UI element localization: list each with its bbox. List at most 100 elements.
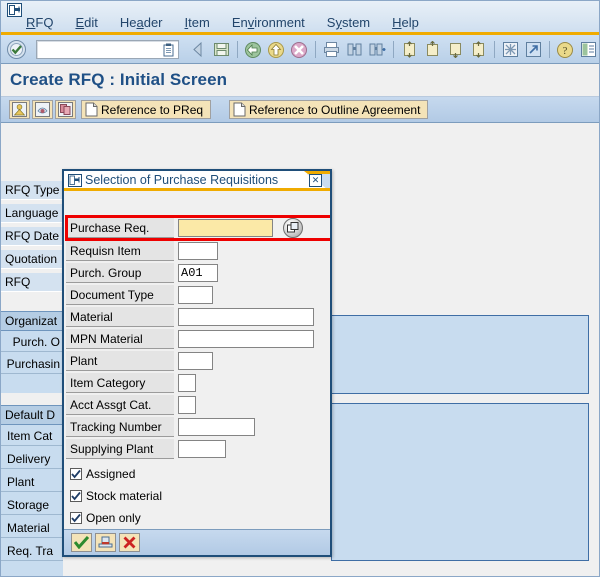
field-row-purch-group: Purch. Group A01 xyxy=(66,263,330,284)
requisn-item-input[interactable] xyxy=(178,242,218,260)
purchase-req-input[interactable] xyxy=(178,219,273,237)
page-header: Create RFQ : Initial Screen xyxy=(1,64,599,97)
bg-label-item-category: Item Cat xyxy=(1,427,63,446)
checkbox-label-assigned: Assigned xyxy=(86,466,136,481)
cancel-button[interactable] xyxy=(119,533,140,552)
item-category-input[interactable] xyxy=(178,374,196,392)
field-row-purchase-req: Purchase Req. xyxy=(66,218,330,239)
bg-label-material-group: Material xyxy=(1,519,63,538)
layout-menu-icon[interactable] xyxy=(577,39,599,61)
bg-label-purchasing-group: Purchasin xyxy=(1,355,63,374)
checkbox-row-stock-material[interactable]: Stock material xyxy=(70,486,162,505)
checkbox-assigned[interactable] xyxy=(70,467,82,480)
save-disk-icon[interactable] xyxy=(210,39,232,61)
checkbox-row-assigned[interactable]: Assigned xyxy=(70,464,135,483)
label-supplying-plant: Supplying Plant xyxy=(66,439,174,459)
yellow-up-globe-icon[interactable] xyxy=(265,39,287,61)
label-requisn-item: Requisn Item xyxy=(66,241,174,261)
menu-item-header[interactable]: Header xyxy=(109,15,174,31)
menu-item-environment[interactable]: Environment xyxy=(221,15,316,31)
close-x-icon[interactable]: ✕ xyxy=(309,174,322,187)
bg-label-storage-location: Storage xyxy=(1,496,63,515)
shortcut-arrow-icon[interactable] xyxy=(522,39,544,61)
bg-label-rfq: RFQ xyxy=(1,273,63,292)
field-row-material: Material xyxy=(66,307,330,328)
checkbox-stock-material[interactable] xyxy=(70,489,82,502)
checkbox-open-only[interactable] xyxy=(70,511,82,524)
label-item-category: Item Category xyxy=(66,373,174,393)
menu-item-system[interactable]: System xyxy=(316,15,381,31)
print-preview-button[interactable] xyxy=(32,100,53,119)
toolbar-separator xyxy=(237,41,238,58)
green-back-globe-icon[interactable] xyxy=(242,39,264,61)
reference-to-outline-agreement-button[interactable]: Reference to Outline Agreement xyxy=(229,100,429,119)
checkbox-label-stock-material: Stock material xyxy=(86,488,163,503)
first-page-icon[interactable] xyxy=(398,39,420,61)
supplying-plant-input[interactable] xyxy=(178,440,226,458)
bg-label-req-tracking: Req. Tra xyxy=(1,542,63,561)
red-x-icon xyxy=(123,536,136,549)
back-arrow-icon[interactable] xyxy=(187,39,209,61)
header-details-button[interactable] xyxy=(9,100,30,119)
bg-label-plant: Plant xyxy=(1,473,63,492)
binoculars-icon[interactable] xyxy=(343,39,365,61)
label-purchase-req: Purchase Req. xyxy=(66,218,174,238)
bg-label-purch-org: Purch. O xyxy=(1,333,63,352)
reference-to-preq-button[interactable]: Reference to PReq xyxy=(81,100,212,119)
label-acct-assgt-cat: Acct Assgt Cat. xyxy=(66,395,174,415)
continue-button[interactable] xyxy=(71,533,92,552)
checkbox-row-open-only[interactable]: Open only xyxy=(70,508,141,527)
dialog-title-bar[interactable]: Selection of Purchase Requisitions ✕ xyxy=(64,171,330,191)
field-row-requisn-item: Requisn Item xyxy=(66,241,330,262)
bg-label-rfq-type: RFQ Type xyxy=(1,181,63,200)
field-row-mpn-material: MPN Material xyxy=(66,329,330,350)
label-mpn-material: MPN Material xyxy=(66,329,174,349)
field-row-tracking-number: Tracking Number xyxy=(66,417,330,438)
menu-item-edit[interactable]: Edit xyxy=(64,15,108,31)
bg-group-box-default-data xyxy=(331,403,589,561)
menu-item-rfq[interactable]: RFQ xyxy=(15,15,64,31)
bg-label-delivery-date: Delivery xyxy=(1,450,63,469)
acct-assgt-cat-input[interactable] xyxy=(178,396,196,414)
copy-documents-button[interactable] xyxy=(55,100,76,119)
menu-item-help[interactable]: Help xyxy=(381,15,430,31)
field-row-supplying-plant: Supplying Plant xyxy=(66,439,330,460)
question-mark-icon[interactable]: ? xyxy=(554,39,576,61)
toolbar-separator xyxy=(494,41,495,58)
label-plant: Plant xyxy=(66,351,174,371)
checkbox-label-open-only: Open only xyxy=(86,510,141,525)
tracking-number-input[interactable] xyxy=(178,418,255,436)
reference-to-outline-agreement-label: Reference to Outline Agreement xyxy=(249,102,421,117)
sap-gui-window: RFQ Edit Header Item Environment System … xyxy=(0,0,600,577)
printer-icon[interactable] xyxy=(320,39,342,61)
label-document-type: Document Type xyxy=(66,285,174,305)
bg-label-rfq-date: RFQ Date xyxy=(1,227,63,246)
label-purch-group: Purch. Group xyxy=(66,263,174,283)
command-history-icon[interactable] xyxy=(162,43,176,57)
bg-group-box-organizational xyxy=(331,315,589,394)
page-title: Create RFQ : Initial Screen xyxy=(10,70,228,89)
mpn-material-input[interactable] xyxy=(178,330,314,348)
sap-window-icon xyxy=(68,174,82,187)
previous-page-icon[interactable] xyxy=(421,39,443,61)
bg-section-organizational: Organizat xyxy=(1,311,63,331)
top-hat-icon xyxy=(98,536,113,550)
plant-input[interactable] xyxy=(178,352,213,370)
pink-cancel-globe-icon[interactable] xyxy=(288,39,310,61)
purch-group-input[interactable]: A01 xyxy=(178,264,218,282)
next-page-icon[interactable] xyxy=(444,39,466,61)
bg-label-quotation: Quotation xyxy=(1,250,63,269)
command-field[interactable] xyxy=(36,40,179,59)
execute-button[interactable] xyxy=(95,533,116,552)
search-help-icon[interactable] xyxy=(283,218,303,238)
last-page-icon[interactable] xyxy=(467,39,489,61)
selection-of-purchase-requisitions-dialog: Selection of Purchase Requisitions ✕ Pur… xyxy=(62,169,332,557)
new-session-icon[interactable] xyxy=(499,39,521,61)
green-check-circle-icon[interactable] xyxy=(6,39,27,60)
menu-item-item[interactable]: Item xyxy=(174,15,221,31)
label-tracking-number: Tracking Number xyxy=(66,417,174,437)
material-input[interactable] xyxy=(178,308,314,326)
binoculars-plus-icon[interactable] xyxy=(366,39,388,61)
document-type-input[interactable] xyxy=(178,286,213,304)
label-material: Material xyxy=(66,307,174,327)
